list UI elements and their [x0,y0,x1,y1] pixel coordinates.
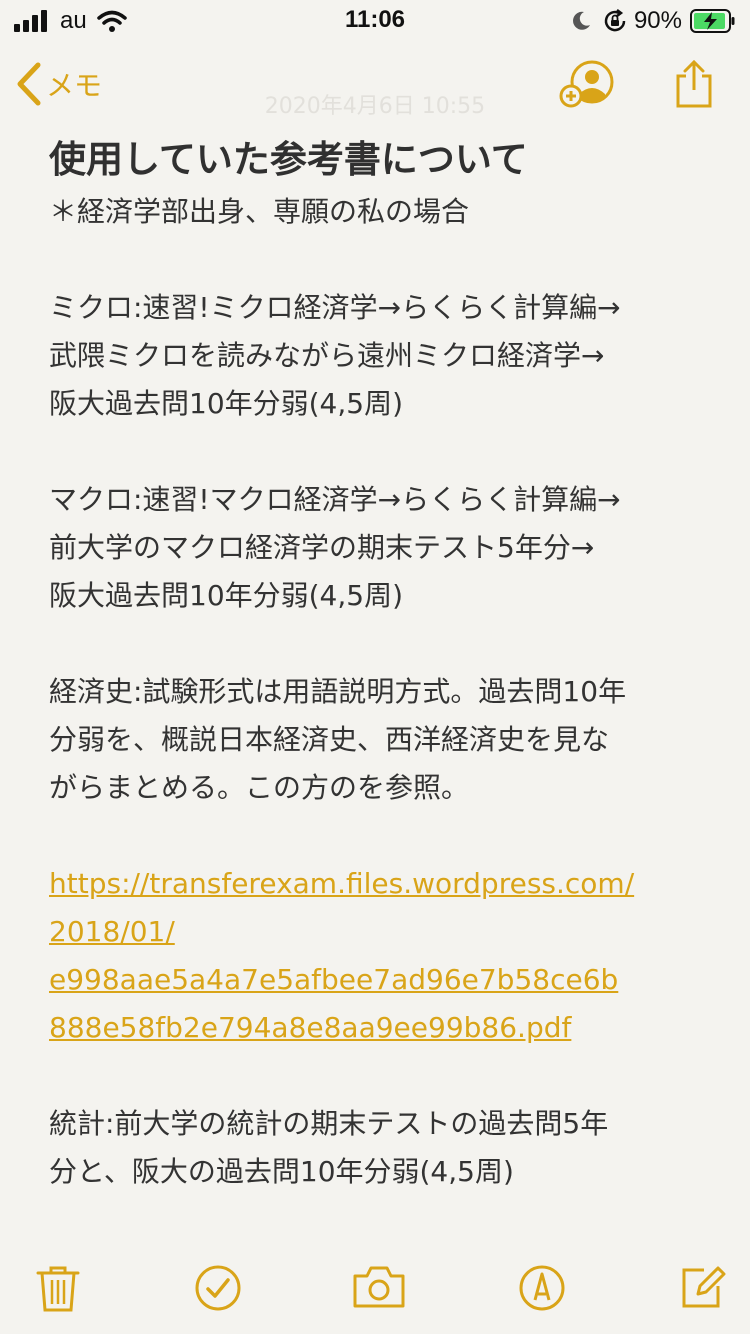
link-line[interactable]: e998aae5a4a7e5afbee7ad96e7b58ce6b [49,956,709,1004]
stats-line: 分と、阪大の過去問10年分弱(4,5周) [49,1155,514,1188]
status-right: 90% [570,7,736,35]
link-line[interactable]: https://transferexam.files.wordpress.com… [49,860,709,908]
markup-icon [519,1265,565,1311]
macro-line: 前大学のマクロ経済学の期末テスト5年分→ [49,531,595,564]
checklist-icon [195,1265,241,1311]
share-button[interactable] [672,58,716,114]
rotation-lock-icon [604,9,626,32]
compose-icon [682,1266,726,1308]
battery-percentage: 90% [633,7,682,34]
note-date: 2020年4月6日 10:55 [264,94,486,119]
note-body[interactable]: 使用していた参考書について ＊経済学部出身、専願の私の場合 ミクロ:速習!ミクロ… [49,132,709,1196]
checklist-button[interactable] [194,1264,242,1316]
status-bar: au 11:06 90% [0,0,750,40]
micro-line: ミクロ:速習!ミクロ経済学→らくらく計算編→ [49,291,621,324]
do-not-disturb-icon [573,11,590,30]
add-people-button[interactable] [558,60,618,116]
micro-line: 阪大過去問10年分弱(4,5周) [49,387,404,420]
macro-line: 阪大過去問10年分弱(4,5周) [49,579,404,612]
link-line[interactable]: 888e58fb2e794a8e8aa9ee99b86.pdf [49,1004,709,1052]
note-title: 使用していた参考書について [49,138,528,181]
bottom-toolbar [0,1250,750,1334]
history-line: 経済史:試験形式は用語説明方式。過去問10年 [49,675,627,708]
history-line: がらまとめる。この方のを参照。 [49,771,470,804]
trash-icon [36,1266,80,1312]
camera-button[interactable] [352,1264,406,1314]
stats-line: 統計:前大学の統計の期末テストの過去問5年 [49,1107,609,1140]
compose-button[interactable] [678,1264,726,1316]
delete-button[interactable] [36,1264,80,1318]
add-person-icon [559,60,614,108]
share-icon [676,59,712,108]
camera-icon [353,1266,405,1308]
navigation-bar: メモ 2020年4月6日 10:55 [0,50,750,120]
note-subtitle: ＊経済学部出身、専願の私の場合 [49,195,470,228]
battery-charging-icon [690,9,735,33]
reference-link[interactable]: https://transferexam.files.wordpress.com… [49,860,709,1052]
link-line[interactable]: 2018/01/ [49,908,709,956]
history-line: 分弱を、概説日本経済史、西洋経済史を見な [49,723,610,756]
micro-line: 武隈ミクロを読みながら遠州ミクロ経済学→ [49,339,605,372]
markup-button[interactable] [518,1264,566,1316]
macro-line: マクロ:速習!マクロ経済学→らくらく計算編→ [49,483,621,516]
